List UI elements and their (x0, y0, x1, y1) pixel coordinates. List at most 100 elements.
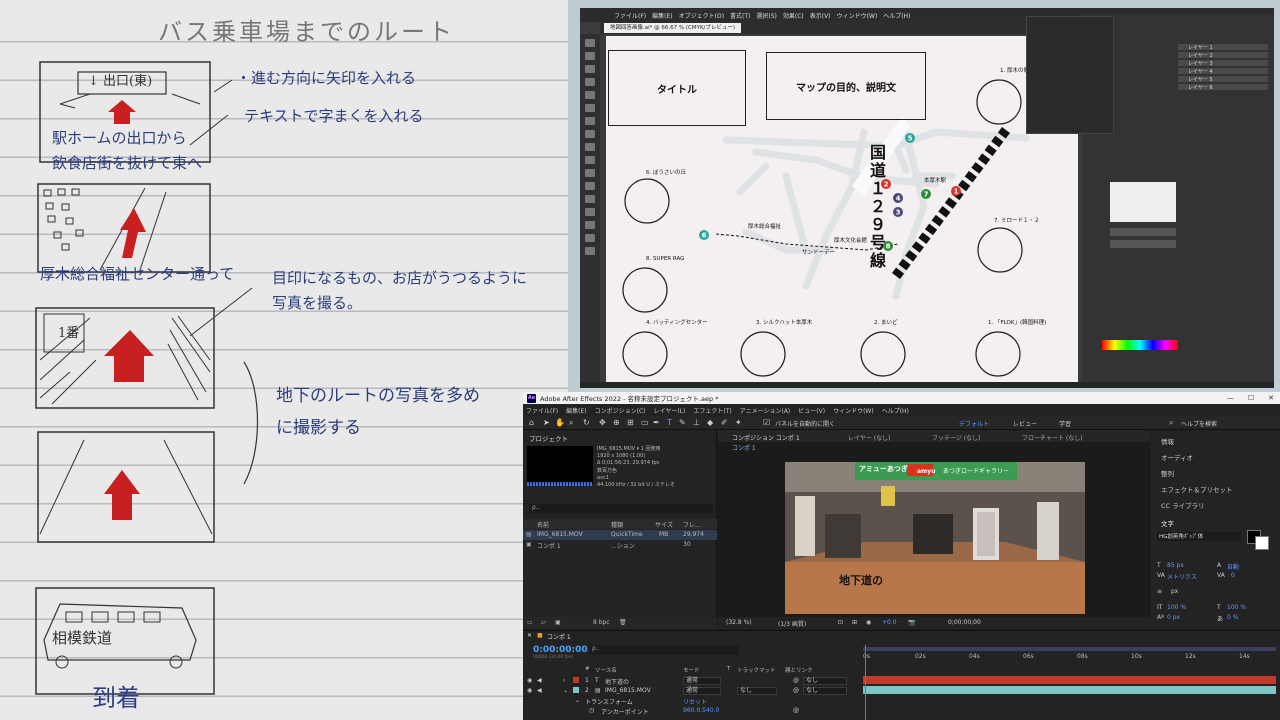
text-layer-overlay[interactable]: 地下道の (839, 572, 883, 588)
snapshot-icon[interactable]: 📷 (908, 619, 915, 626)
track-matte-dropdown[interactable]: なし (737, 686, 777, 695)
gradient-tool-icon[interactable] (585, 208, 595, 216)
trash-icon[interactable]: 🗑 (619, 619, 627, 626)
new-folder-icon[interactable]: ▱ (541, 619, 546, 626)
tab-flowchart[interactable]: フローチャート (なし) (1022, 433, 1083, 442)
minimize-button[interactable]: — (1227, 394, 1234, 402)
menu-effect[interactable]: エフェクト(T) (693, 406, 731, 415)
selection-tool-icon[interactable] (585, 39, 595, 47)
help-search-input[interactable]: ヘルプを検索 (1181, 419, 1217, 428)
horizontal-scale-value[interactable]: 100 % (1227, 604, 1246, 611)
menu-edit[interactable]: 編集(E) (566, 406, 586, 415)
layer-row-3[interactable]: レイヤー 3 (1178, 60, 1268, 67)
zoom-tool-icon[interactable] (585, 247, 595, 255)
pickwhip-icon[interactable]: @ (793, 687, 799, 694)
menu-layer[interactable]: レイヤー(L) (654, 406, 686, 415)
brush-tool-icon[interactable] (585, 117, 595, 125)
camera-tool-icon[interactable]: ✥ (599, 418, 606, 428)
interpret-footage-icon[interactable]: ▭ (527, 619, 533, 626)
region-icon[interactable]: ⊡ (838, 619, 843, 626)
panel-character[interactable]: 文字 (1161, 518, 1174, 528)
tab-layer[interactable]: レイヤー (なし) (848, 433, 890, 442)
brush-row[interactable] (1110, 228, 1176, 236)
timeline-tab[interactable]: コンポ 1 (547, 632, 571, 641)
pencil-tool-icon[interactable] (585, 130, 595, 138)
layer-duration-bar[interactable] (863, 676, 1276, 684)
home-icon[interactable]: ⌂ (529, 418, 534, 428)
font-family-dropdown[interactable]: HG創英角ﾎﾟｯﾌﾟ体 (1157, 532, 1241, 541)
anchor-point-value[interactable]: 960.0,540.0 (683, 707, 719, 714)
layer-row-2[interactable]: レイヤー 2 (1178, 52, 1268, 59)
col-size[interactable]: サイズ (655, 520, 673, 529)
leading-value[interactable]: 自動 (1227, 562, 1239, 571)
stroke-color-swatch[interactable] (1255, 536, 1269, 550)
kerning-value[interactable]: メトリクス (1167, 572, 1197, 581)
workspace-learn[interactable]: 学習 (1059, 419, 1071, 428)
layer-mode-dropdown[interactable]: 通常 (683, 686, 721, 695)
col-type[interactable]: 種類 (611, 520, 623, 529)
font-size-value[interactable]: 85 px (1167, 562, 1184, 569)
ai-menu-object[interactable]: オブジェクト(O) (679, 11, 724, 20)
pan-behind-icon[interactable]: ⊕ (613, 418, 620, 428)
close-tab-icon[interactable]: ✕ (527, 632, 532, 639)
clone-stamp-icon[interactable]: ⊥ (693, 418, 700, 428)
expand-chevron-icon[interactable]: › (563, 677, 565, 684)
bpc-label[interactable]: 8 bpc (593, 619, 610, 626)
parent-dropdown[interactable]: なし (803, 676, 847, 685)
project-search-input[interactable]: ρ‥ (529, 504, 713, 514)
rotate-tool-icon[interactable] (585, 156, 595, 164)
col-parent[interactable]: 親とリンク (785, 666, 813, 674)
layer-row[interactable]: ◉ ◀ › 1 T 地下道の 通常 @ なし (523, 675, 863, 686)
audio-icon[interactable]: ◀ (537, 677, 542, 684)
parent-dropdown[interactable]: なし (803, 686, 847, 695)
eraser-tool-icon[interactable] (585, 143, 595, 151)
brush-preview[interactable] (1110, 182, 1176, 222)
tracking-value[interactable]: 0 (1231, 572, 1235, 579)
pickwhip-icon[interactable]: @ (793, 677, 799, 684)
pen-tool-icon[interactable] (585, 65, 595, 73)
line-tool-icon[interactable] (585, 91, 595, 99)
channel-icon[interactable]: ◉ (866, 619, 871, 626)
ai-menu-effect[interactable]: 効果(C) (783, 11, 804, 20)
brush-tool-icon[interactable]: ✎ (679, 418, 686, 428)
menu-animation[interactable]: アニメーション(A) (740, 406, 791, 415)
puppet-pin-icon[interactable]: ✦ (735, 418, 742, 428)
rect-tool-icon[interactable] (585, 104, 595, 112)
close-button[interactable]: ✕ (1268, 394, 1274, 402)
layer-label-color[interactable] (573, 677, 579, 683)
panel-cc-libraries[interactable]: CC ライブラリ (1161, 500, 1205, 510)
ai-menu-view[interactable]: 表示(V) (810, 11, 831, 20)
eraser-tool-icon[interactable]: ◆ (707, 418, 713, 428)
menu-file[interactable]: ファイル(F) (526, 406, 558, 415)
panel-info[interactable]: 情報 (1161, 436, 1174, 446)
stroke-unit[interactable]: px (1171, 588, 1178, 595)
pen-tool-icon[interactable]: ✒ (653, 418, 660, 428)
time-ruler[interactable]: 0s 02s 04s 06s 08s 10s 12s 14s (863, 645, 1280, 665)
layer-duration-bar[interactable] (863, 686, 1276, 694)
pickwhip-icon[interactable]: @ (793, 707, 799, 714)
project-panel-title[interactable]: プロジェクト (529, 433, 568, 443)
search-icon[interactable]: ⌕ (1169, 418, 1173, 428)
col-source-name[interactable]: ソース名 (595, 666, 617, 674)
col-fps[interactable]: フレ... (683, 520, 701, 529)
color-spectrum[interactable] (1102, 340, 1178, 350)
ai-document-tab[interactable]: 地図回答画像.ai* @ 66.67 % (CMYK/プレビュー) (604, 23, 742, 33)
exposure-value[interactable]: +0.0 (882, 619, 897, 626)
resolution-dropdown[interactable]: (1/3 画質) (778, 619, 806, 628)
tab-composition[interactable]: コンポジション コンポ 1 (732, 433, 800, 442)
scale-tool-icon[interactable] (585, 169, 595, 177)
col-mode[interactable]: モード (683, 666, 700, 674)
stopwatch-icon[interactable]: ◷ (589, 707, 594, 714)
type-tool-icon[interactable] (585, 78, 595, 86)
workspace-default[interactable]: デフォルト (959, 419, 989, 428)
ai-menu-file[interactable]: ファイル(F) (614, 11, 646, 20)
layer-name[interactable]: IMG_6815.MOV (605, 687, 651, 694)
eye-icon[interactable]: ◉ (527, 677, 532, 684)
audio-icon[interactable]: ◀ (537, 687, 542, 694)
eye-icon[interactable]: ◉ (527, 687, 532, 694)
menu-view[interactable]: ビュー(V) (798, 406, 825, 415)
project-item-row[interactable]: ▣ コンポ 1 ...ション 30 (523, 540, 717, 550)
roto-brush-icon[interactable]: ✐ (721, 418, 728, 428)
type-tool-icon[interactable]: T (667, 418, 672, 428)
shape-builder-icon[interactable] (585, 195, 595, 203)
